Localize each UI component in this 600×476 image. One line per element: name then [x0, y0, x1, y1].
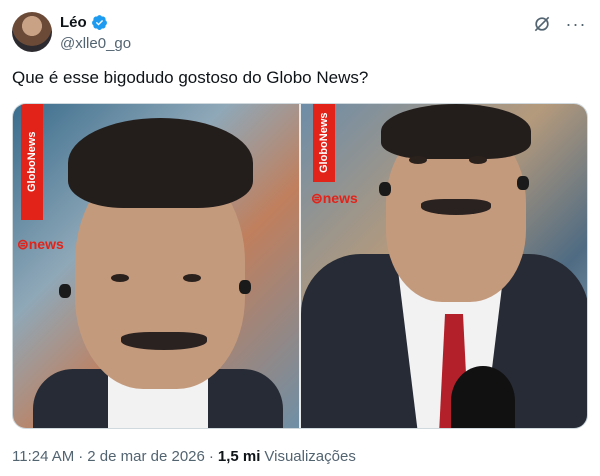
earpiece: [379, 182, 391, 196]
globonews-vertical-label: GloboNews: [313, 104, 335, 182]
microphone: [451, 366, 515, 428]
globonews-vertical-label: GloboNews: [21, 104, 43, 220]
earpiece: [239, 280, 251, 294]
person-eye: [409, 156, 427, 164]
author-name-row[interactable]: Léo: [60, 14, 108, 31]
tweet-date[interactable]: 2 de mar de 2026: [87, 448, 205, 465]
media-image-right[interactable]: GloboNews ⊜news: [301, 104, 587, 428]
person-eye: [111, 274, 129, 282]
media-image-left[interactable]: GloboNews ⊜news: [13, 104, 299, 428]
tweet-media[interactable]: GloboNews ⊜news GloboNews ⊜news: [12, 103, 588, 429]
author-handle[interactable]: @xlle0_go: [60, 35, 131, 52]
person-mustache: [421, 199, 491, 215]
meta-separator: ·: [208, 448, 214, 465]
views-count: 1,5 mi: [217, 448, 261, 465]
person-eye: [469, 156, 487, 164]
avatar[interactable]: [12, 12, 52, 52]
earpiece: [517, 176, 529, 190]
globonews-news-logo: ⊜news: [17, 236, 64, 252]
more-dots-icon[interactable]: ···: [566, 14, 586, 34]
meta-separator: ·: [78, 448, 84, 465]
verified-badge-icon: [91, 15, 107, 30]
views-label: Visualizações: [264, 448, 356, 465]
person-hair: [381, 104, 531, 159]
person-mustache: [121, 332, 207, 350]
tweet-text: Que é esse bigodudo gostoso do Globo New…: [12, 68, 369, 87]
earpiece: [59, 284, 71, 298]
tweet-header: Léo @xlle0_go ···: [10, 10, 590, 54]
grok-icon[interactable]: [532, 14, 552, 34]
person-hair: [68, 118, 253, 208]
tweet-time[interactable]: 11:24 AM: [12, 448, 74, 465]
display-name[interactable]: Léo: [60, 14, 87, 31]
globonews-news-logo: ⊜news: [311, 190, 358, 206]
person-eye: [183, 274, 201, 282]
tweet-meta: 11:24 AM · 2 de mar de 2026 · 1,5 mi Vis…: [12, 448, 356, 465]
